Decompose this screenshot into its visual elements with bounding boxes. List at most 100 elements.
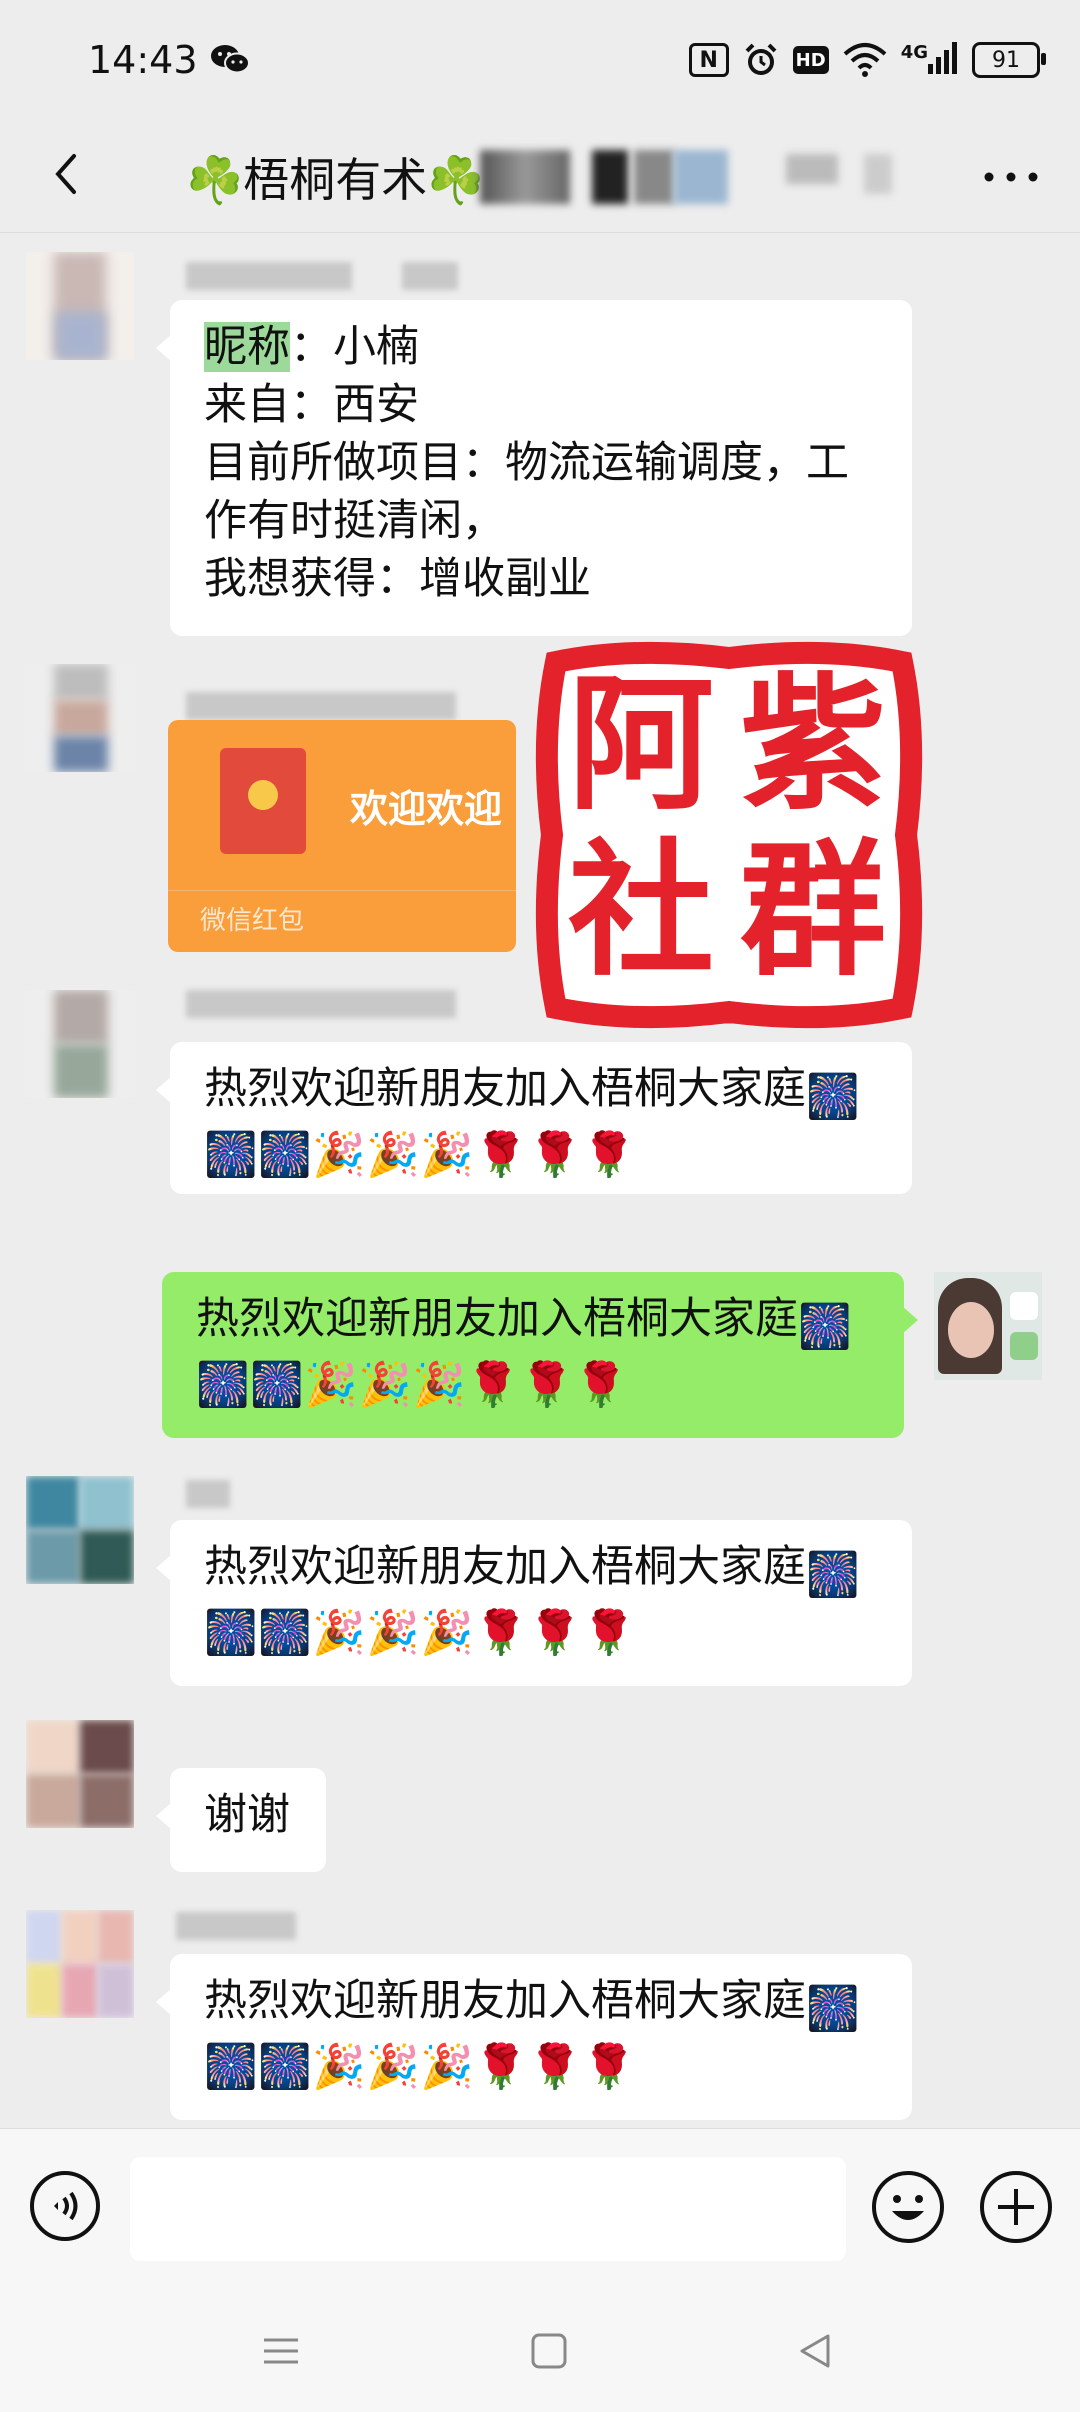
emoji-icon[interactable]: [870, 2169, 946, 2245]
avatar-tile: [98, 1964, 134, 2018]
message-bubble-self[interactable]: 热烈欢迎新朋友加入梧桐大家庭🎆 🎆🎆🎉🎉🎉🌹🌹🌹: [162, 1272, 918, 1438]
fireworks-icon: 🎆: [250, 1360, 304, 1410]
avatar-tile: [54, 990, 108, 1044]
message-input[interactable]: [130, 2157, 846, 2261]
highlighted-text: 昵称: [204, 322, 290, 372]
avatar[interactable]: [26, 1476, 134, 1584]
avatar[interactable]: [26, 252, 134, 360]
rose-icon: 🌹: [528, 1130, 582, 1180]
rose-icon: 🌹: [520, 1360, 574, 1410]
avatar[interactable]: [26, 1720, 134, 1828]
red-packet-label: 微信红包: [200, 906, 305, 936]
avatar-tile: [54, 1044, 108, 1098]
party-popper-icon: 🎉: [420, 2042, 474, 2092]
battery-level: 91: [992, 47, 1020, 73]
blurred-title-part: [634, 150, 674, 204]
plus-icon[interactable]: [978, 2169, 1054, 2245]
stamp-char: 群: [740, 826, 886, 996]
message-line: 谢谢: [204, 1790, 290, 1840]
fireworks-icon: 🎆: [196, 1360, 250, 1410]
avatar[interactable]: [26, 1910, 134, 2018]
rose-icon: 🌹: [528, 1608, 582, 1658]
avatar-tile: [80, 1774, 134, 1828]
sender-name-blurred: [176, 1912, 296, 1940]
party-popper-icon: 🎉: [358, 1360, 412, 1410]
red-packet-icon: [220, 748, 306, 854]
message-line: 热烈欢迎新朋友加入梧桐大家庭🎆: [196, 1294, 852, 1352]
my-avatar[interactable]: [934, 1272, 1042, 1380]
back-icon[interactable]: [38, 144, 98, 204]
nfc-icon: N: [688, 43, 729, 77]
battery-icon: 91: [972, 42, 1046, 78]
message-line: 来自：西安: [204, 380, 419, 430]
message-bubble[interactable]: 热烈欢迎新朋友加入梧桐大家庭🎆 🎆🎆🎉🎉🎉🌹🌹🌹: [156, 1520, 912, 1686]
hd-icon: HD: [792, 46, 829, 74]
fireworks-icon: 🎆: [798, 1302, 852, 1352]
party-popper-icon: 🎉: [312, 1130, 366, 1180]
network-type: 4G: [900, 42, 928, 63]
avatar-tile: [54, 664, 108, 700]
status-bar: 14:43 N HD 4G 91: [0, 0, 1080, 120]
message-line: 热烈欢迎新朋友加入梧桐大家庭🎆: [204, 1542, 860, 1600]
menu-icon[interactable]: [256, 2326, 306, 2376]
avatar[interactable]: [26, 664, 134, 772]
rose-icon: 🌹: [582, 2042, 636, 2092]
message-bubble[interactable]: 热烈欢迎新朋友加入梧桐大家庭🎆 🎆🎆🎉🎉🎉🌹🌹🌹: [156, 1954, 912, 2120]
message-line: 我想获得：增收副业: [204, 554, 591, 604]
message-line: 昵称：小楠: [204, 318, 882, 376]
message-line: 热烈欢迎新朋友加入梧桐大家庭🎆: [204, 1976, 860, 2034]
avatar-tile: [62, 1910, 98, 1964]
avatar-tile: [1010, 1332, 1038, 1360]
fireworks-icon: 🎆: [806, 1984, 860, 2034]
emoji-row: 🎆🎆🎉🎉🎉🌹🌹🌹: [196, 1348, 874, 1410]
sender-name-blurred: [186, 990, 456, 1018]
blurred-title-part: [592, 150, 628, 204]
alarm-icon: [745, 43, 777, 75]
chat-header: ☘️梧桐有术☘️: [0, 120, 1080, 233]
stamp-char: 阿: [568, 660, 714, 830]
blurred-title-part: [480, 150, 570, 204]
signal-icon: 4G: [901, 42, 958, 78]
back-triangle-icon[interactable]: [790, 2326, 840, 2376]
party-popper-icon: 🎉: [366, 2042, 420, 2092]
rose-icon: 🌹: [474, 1608, 528, 1658]
avatar-tile: [1010, 1292, 1038, 1320]
voice-icon[interactable]: [28, 2169, 102, 2243]
message-bubble[interactable]: 谢谢: [156, 1768, 326, 1872]
avatar-tile: [54, 700, 108, 736]
rose-icon: 🌹: [474, 1130, 528, 1180]
party-popper-icon: 🎉: [312, 1608, 366, 1658]
sender-name-blurred: [186, 692, 456, 720]
rose-icon: 🌹: [528, 2042, 582, 2092]
status-time: 14:43: [88, 38, 198, 82]
avatar-tile: [26, 1910, 62, 1964]
fireworks-icon: 🎆: [204, 1130, 258, 1180]
emoji-row: 🎆🎆🎉🎉🎉🌹🌹🌹: [204, 1596, 882, 1658]
avatar[interactable]: [26, 990, 134, 1098]
sender-name-blurred: [402, 262, 458, 290]
rose-icon: 🌹: [466, 1360, 520, 1410]
avatar-tile: [26, 1476, 80, 1530]
rose-icon: 🌹: [574, 1360, 628, 1410]
message-bubble[interactable]: 昵称：小楠 来自：西安 目前所做项目：物流运输调度，工 作有时挺清闲， 我想获得…: [156, 300, 912, 636]
message-bubble[interactable]: 热烈欢迎新朋友加入梧桐大家庭🎆 🎆🎆🎉🎉🎉🌹🌹🌹: [156, 1042, 912, 1194]
fireworks-icon: 🎆: [806, 1550, 860, 1600]
red-packet-message[interactable]: 欢迎欢迎 微信红包: [168, 720, 516, 952]
red-packet-text: 欢迎欢迎: [350, 787, 503, 831]
wechat-icon: [211, 45, 250, 74]
rose-icon: 🌹: [582, 1130, 636, 1180]
avatar-tile: [26, 1964, 62, 2018]
avatar-tile: [80, 1476, 134, 1530]
avatar-tile: [54, 736, 108, 772]
blurred-title-part: [674, 150, 728, 204]
avatar-tile: [62, 1964, 98, 2018]
more-icon[interactable]: [976, 152, 1046, 202]
message-line: 热烈欢迎新朋友加入梧桐大家庭🎆: [204, 1064, 860, 1122]
emoji-row: 🎆🎆🎉🎉🎉🌹🌹🌹: [204, 2030, 882, 2092]
message-line: 目前所做项目：物流运输调度，工: [204, 438, 849, 488]
blurred-title-part: [786, 154, 838, 184]
home-icon[interactable]: [524, 2326, 574, 2376]
message-line-rest: ：小楠: [290, 322, 419, 372]
avatar-tile: [98, 1910, 134, 1964]
party-popper-icon: 🎉: [312, 2042, 366, 2092]
